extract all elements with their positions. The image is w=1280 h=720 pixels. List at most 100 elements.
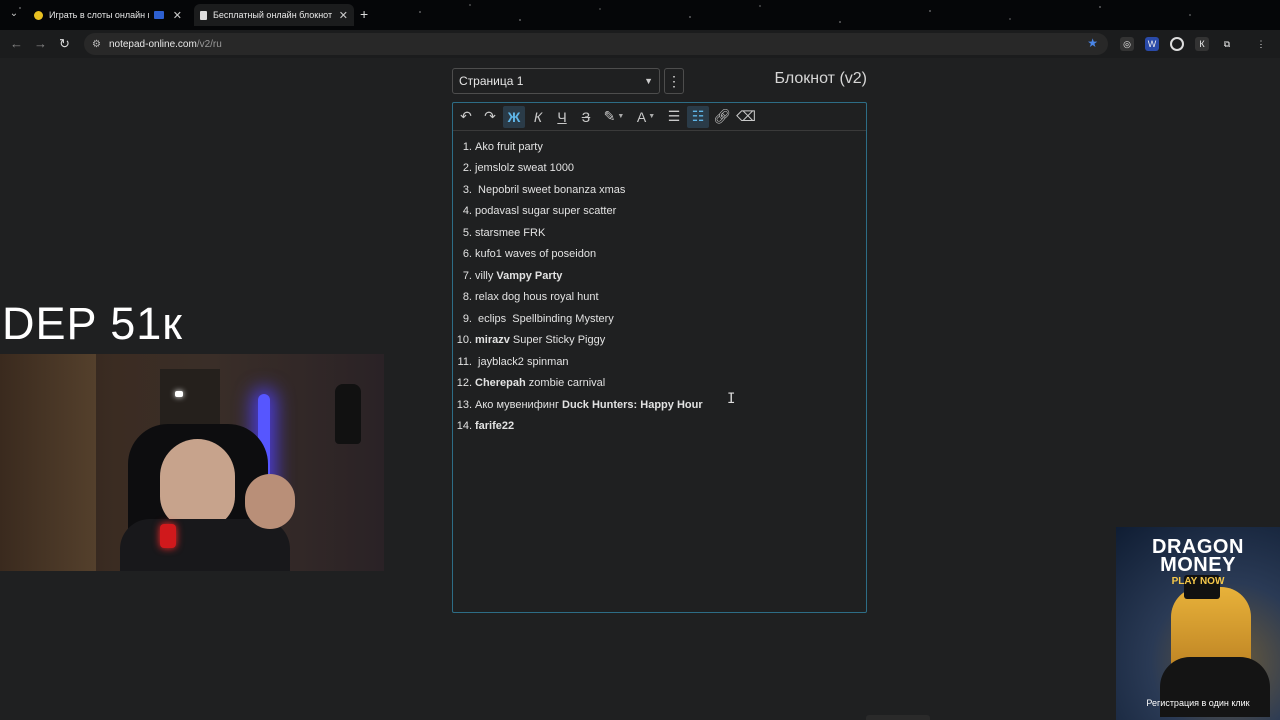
numbered-list-icon[interactable]: ☷ [687,105,709,128]
list-item-number: 8. [462,291,472,304]
strikethrough-button[interactable]: З [575,106,597,128]
list-item[interactable]: 7. villy Vampy Party [453,265,866,287]
list-item-text: Ako fruit party [475,140,543,153]
list-item-number: 6. [462,248,472,261]
list-item-tail-text: Super Sticky Piggy [509,334,606,347]
list-item-text: Ако мувенифинг [475,398,563,411]
bold-button[interactable]: Ж [503,105,525,128]
list-item-text: jayblack2 spinman [475,355,569,368]
list-item[interactable]: 4. podavasl sugar super scatter [453,201,866,223]
link-icon[interactable]: 🔗︎ [711,106,733,128]
dragon-money-ad[interactable]: DRAGON MONEY PLAY NOW Регистрация в один… [1116,527,1280,720]
page-select[interactable]: Страница 1 ▼ [452,68,660,94]
list-item-text: Nepobril sweet bonanza xmas [475,183,626,196]
address-bar[interactable]: ⚙ notepad-online.com/v2/ru ★ [84,33,1108,55]
tab-title: Играть в слоты онлайн в [49,10,149,20]
undo-icon[interactable]: ↶ [455,106,477,128]
reload-icon[interactable]: ↻ [59,36,70,52]
list-item[interactable]: 2. jemslolz sweat 1000 [453,158,866,180]
list-item[interactable]: 8. relax dog hous royal hunt [453,287,866,309]
bookmark-star-icon[interactable]: ★ [1087,36,1098,50]
close-tab-icon[interactable]: ✕ [339,9,348,22]
app-title: Блокнот (v2) [774,70,867,87]
highlight-brush-button[interactable]: ✎ ▼ [599,106,629,128]
webcam-person-head [160,439,235,529]
bottom-tab-stub [866,715,930,720]
list-item-bold-text: farife22 [475,420,515,433]
list-item-bold-text: mirazv [475,334,510,347]
list-item[interactable]: 3. Nepobril sweet bonanza xmas [453,179,866,201]
redo-icon[interactable]: ↷ [479,106,501,128]
font-color-button[interactable]: A ▼ [631,106,661,128]
list-item[interactable]: 10. mirazv Super Sticky Piggy [453,330,866,352]
document-favicon-icon [200,10,207,20]
extension-w-icon[interactable]: W [1145,37,1159,51]
list-item-number: 13. [456,398,472,411]
webcam-feed [0,354,384,571]
list-item-bold-text: Cherepah [475,377,526,390]
list-item-number: 3. [462,183,472,196]
ad-play-now[interactable]: PLAY NOW [1116,576,1280,587]
list-item-number: 9. [462,312,472,325]
extension-vk-icon[interactable]: К [1195,37,1209,51]
extensions-puzzle-icon[interactable]: ⧉ [1220,37,1234,51]
tab-slots[interactable]: Играть в слоты онлайн в ✕ [28,4,188,26]
list-item[interactable]: 9. eclips Spellbinding Mystery [453,308,866,330]
site-settings-icon[interactable]: ⚙ [92,39,101,50]
list-item[interactable]: 6. kufo1 waves of poseidon [453,244,866,266]
list-item[interactable]: 11. jayblack2 spinman [453,351,866,373]
list-item-number: 4. [462,205,472,218]
list-item[interactable]: 13. Ако мувенифинг Duck Hunters: Happy Ho… [453,394,866,416]
list-item-number: 5. [462,226,472,239]
tab-media-icon [153,11,164,19]
brush-icon: ✎ [603,108,616,124]
ad-title: DRAGON MONEY [1152,536,1244,576]
webcam-figurine [335,384,361,444]
list-item[interactable]: 12. Cherepah zombie carnival [453,373,866,395]
page-menu-button[interactable]: ⋮ [664,68,684,94]
ad-caption: Регистрация в один клик [1146,698,1250,708]
extension-glasses-icon[interactable]: ◎ [1120,37,1134,51]
menu-icon[interactable]: ⋮ [1254,37,1268,51]
browser-toolbar: ← → ↻ ⚙ notepad-online.com/v2/ru ★ ◎ W К… [0,30,1280,58]
tab-search-chevron-icon[interactable]: ⌄ [6,6,22,22]
list-item[interactable]: 5. starsmee FRK [453,222,866,244]
italic-button[interactable]: К [527,106,549,128]
list-item-bold-text: Duck Hunters: Happy Hour [562,398,703,411]
back-arrow-icon[interactable]: ← [10,36,23,51]
list-item-text: podavasl sugar super scatter [475,205,617,218]
webcam-microphone [160,524,176,548]
numbered-list[interactable]: 1. Ako fruit party 2. jemslolz sweat 1000 3.… [453,136,866,437]
list-item[interactable]: 14. farife22 [453,416,866,438]
list-item-text: villy [475,269,497,282]
chevron-down-icon: ▼ [644,76,653,86]
list-item-number: 12. [456,377,472,390]
text-cursor-icon: I [727,391,736,407]
bullet-list-icon[interactable]: ☰ [663,106,685,128]
list-item-text: starsmee FRK [475,226,546,239]
tab-notepad[interactable]: Бесплатный онлайн блокнот ✕ [194,4,354,26]
url-text[interactable]: notepad-online.com/v2/ru [109,39,222,50]
coin-favicon-icon [34,10,43,20]
forward-arrow-icon[interactable]: → [34,36,47,51]
eraser-icon[interactable]: ⌫ [735,106,757,128]
close-tab-icon[interactable]: ✕ [173,9,182,22]
webcam-light [175,391,183,397]
ad-suit [1160,657,1270,717]
tab-strip: ⌄ Играть в слоты онлайн в ✕ Бесплатный о… [0,0,1280,30]
editor[interactable]: ↶ ↷ Ж К Ч З ✎ ▼ A ▼ ☰ ☷ 🔗︎ ⌫ 1. Ako fruit p… [452,102,867,613]
list-item[interactable]: 1. Ako fruit party [453,136,866,158]
list-item-number: 1. [462,140,472,153]
list-item-text: kufo1 waves of poseidon [475,248,597,261]
list-item-number: 7. [462,269,472,282]
deposit-overlay-text: DEP 51к [2,298,183,349]
editor-toolbar: ↶ ↷ Ж К Ч З ✎ ▼ A ▼ ☰ ☷ 🔗︎ ⌫ [453,103,866,131]
webcam-person-hand [245,474,295,529]
list-item-number: 14. [456,420,472,433]
list-item-bold-text: Vampy Party [496,269,563,282]
extension-circle-icon[interactable] [1170,37,1184,51]
list-item-text: eclips Spellbinding Mystery [475,312,614,325]
underline-button[interactable]: Ч [551,106,573,128]
new-tab-button[interactable]: + [360,6,368,22]
list-item-tail-text: zombie carnival [525,377,606,390]
